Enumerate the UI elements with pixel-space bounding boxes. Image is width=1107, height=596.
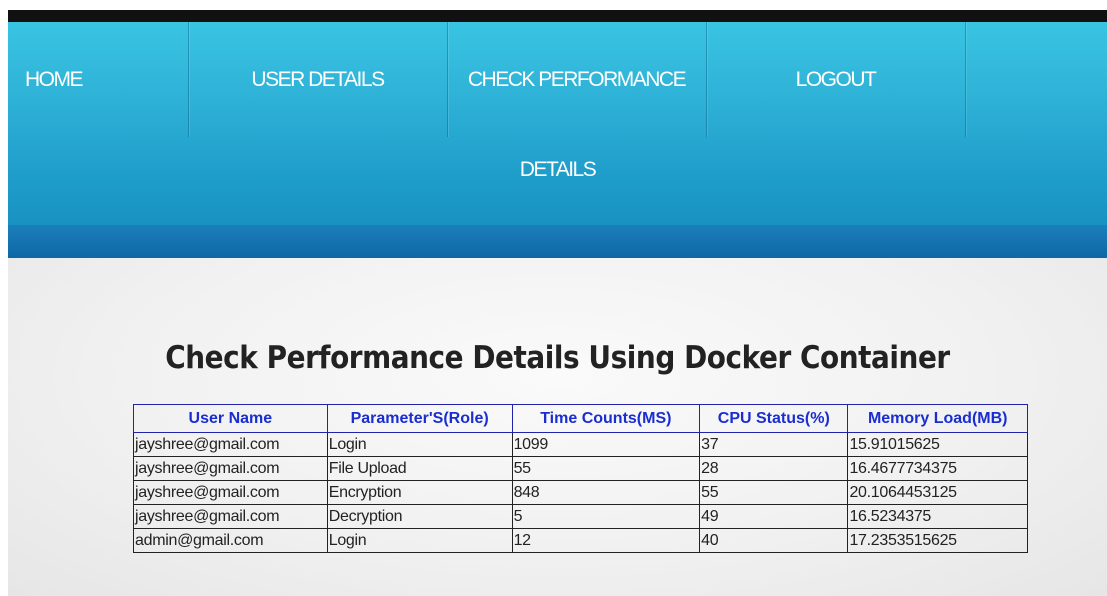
cell-time-count: 848 [511,480,701,505]
cell-time-count: 55 [511,456,701,481]
page-title: Check Performance Details Using Docker C… [165,340,950,376]
nav-divider [965,22,966,137]
cell-memory-load: 15.91015625 [847,432,1028,457]
cell-user-name: admin@gmail.com [133,528,328,553]
nav-item-logout[interactable]: LOGOUT [706,22,965,137]
cell-user-name: jayshree@gmail.com [133,456,328,481]
cell-parameter: Decryption [326,504,513,529]
nav-item-user-details[interactable]: USER DETAILS [188,22,447,137]
top-bar [8,10,1107,22]
table-row: jayshree@gmail.com Encryption 848 55 20.… [133,480,1028,505]
cell-user-name: jayshree@gmail.com [133,480,328,505]
cell-time-count: 12 [511,528,701,553]
table-header-row: User Name Parameter'S(Role) Time Counts(… [133,404,1028,433]
column-header-cpu-status: CPU Status(%) [699,404,849,433]
table-row: jayshree@gmail.com Login 1099 37 15.9101… [133,432,1028,457]
cell-memory-load: 17.2353515625 [847,528,1028,553]
main-content: Check Performance Details Using Docker C… [8,258,1107,596]
cell-memory-load: 16.4677734375 [847,456,1028,481]
cell-cpu-status: 49 [699,504,849,529]
nav-item-check-performance[interactable]: CHECK PERFORMANCE [447,22,706,137]
cell-cpu-status: 28 [699,456,849,481]
cell-user-name: jayshree@gmail.com [133,504,328,529]
table-row: admin@gmail.com Login 12 40 17.235351562… [133,528,1028,553]
cell-time-count: 1099 [511,432,701,457]
performance-table: User Name Parameter'S(Role) Time Counts(… [133,404,1028,553]
column-header-user-name: User Name [133,404,328,433]
main-navigation: HOME USER DETAILS CHECK PERFORMANCE LOGO… [8,22,1107,225]
cell-user-name: jayshree@gmail.com [133,432,328,457]
nav-bottom-strip [8,225,1107,258]
column-header-time-counts: Time Counts(MS) [511,404,701,433]
cell-parameter: Encryption [326,480,513,505]
column-header-parameters: Parameter'S(Role) [326,404,513,433]
column-header-memory-load: Memory Load(MB) [847,404,1028,433]
table-row: jayshree@gmail.com Decryption 5 49 16.52… [133,504,1028,529]
cell-cpu-status: 37 [699,432,849,457]
nav-item-home[interactable]: HOME [8,22,188,137]
nav-item-details[interactable]: DETAILS [8,151,1107,189]
cell-parameter: Login [326,528,513,553]
cell-memory-load: 16.5234375 [847,504,1028,529]
cell-memory-load: 20.1064453125 [847,480,1028,505]
cell-parameter: Login [326,432,513,457]
cell-cpu-status: 55 [699,480,849,505]
cell-cpu-status: 40 [699,528,849,553]
cell-time-count: 5 [511,504,701,529]
cell-parameter: File Upload [326,456,513,481]
table-row: jayshree@gmail.com File Upload 55 28 16.… [133,456,1028,481]
